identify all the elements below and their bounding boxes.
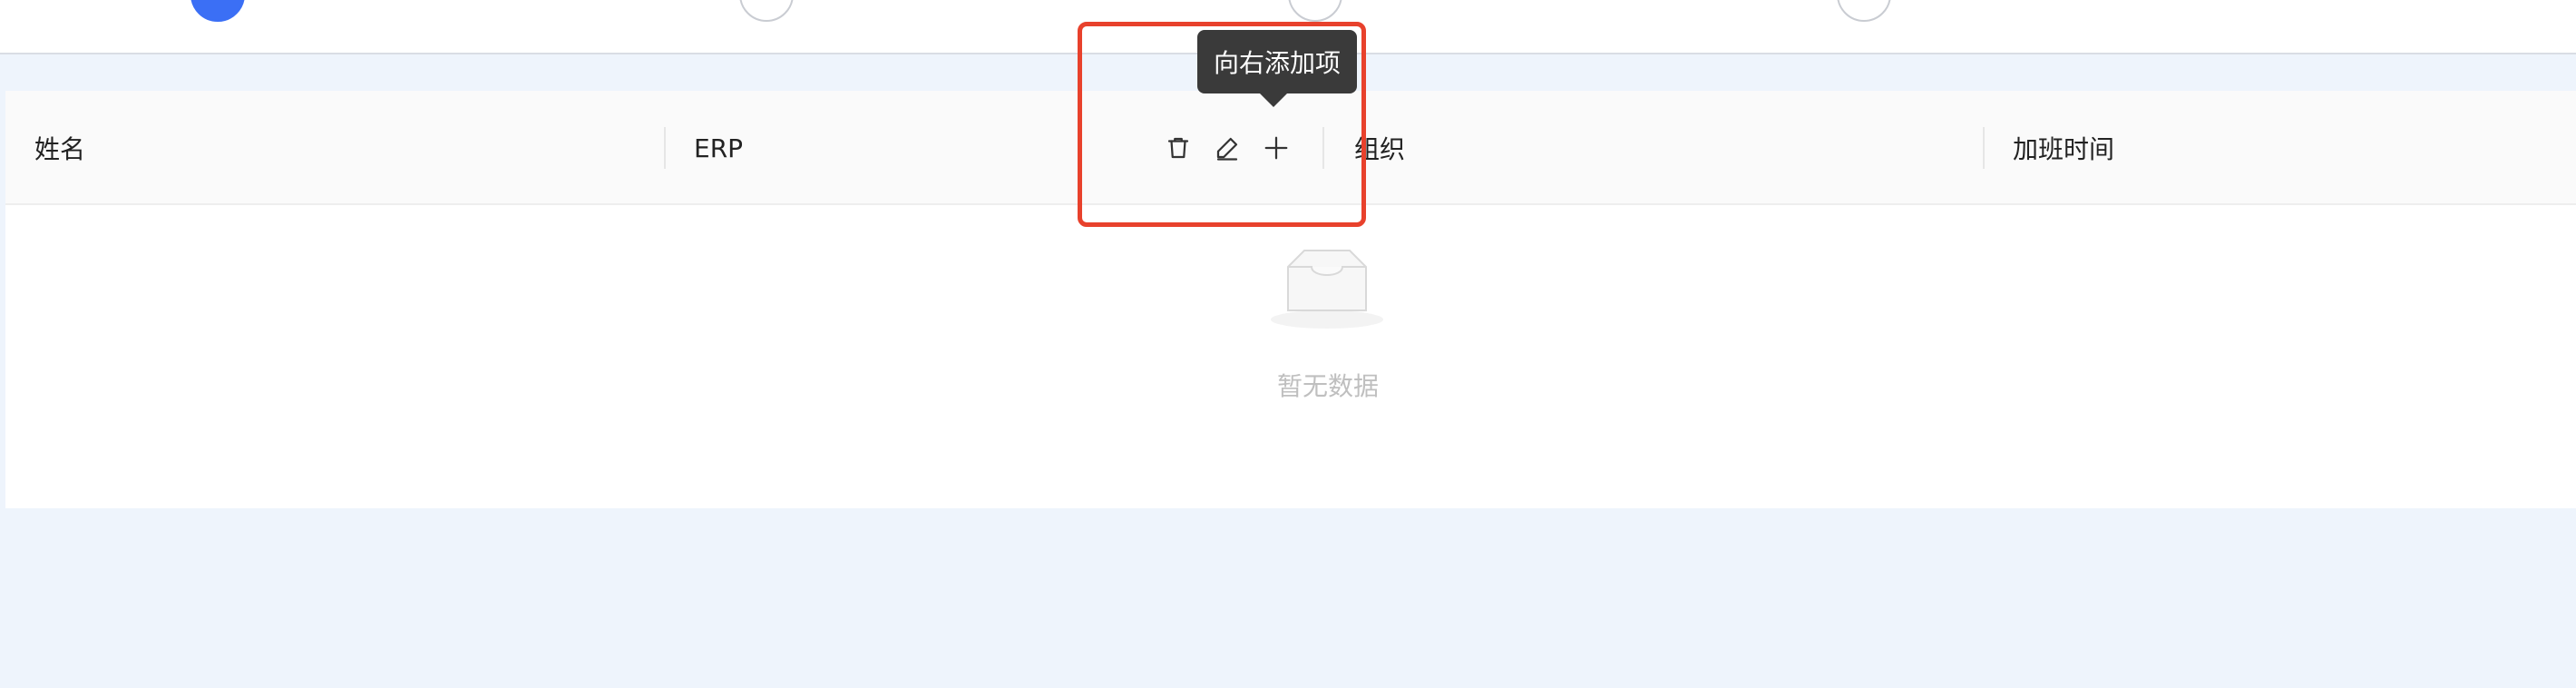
pencil-icon (1216, 137, 1238, 161)
plus-icon (1264, 136, 1288, 160)
column-header-label: 姓名 (34, 134, 86, 164)
column-tools (1165, 91, 1290, 205)
column-header-overtime[interactable]: 加班时间 (2013, 91, 2114, 205)
column-divider[interactable] (1322, 127, 1324, 169)
column-divider[interactable] (1983, 127, 1985, 169)
table-header: 姓名 ERP 组织 加班时间 (5, 91, 2576, 205)
step-3[interactable] (1288, 0, 1342, 22)
column-header-erp[interactable]: ERP (694, 91, 743, 205)
column-header-label: ERP (694, 133, 744, 163)
column-header-label: 组织 (1354, 134, 1406, 164)
trash-icon (1167, 137, 1189, 159)
step-3-circle (1288, 0, 1342, 22)
inbox-icon (1271, 250, 1383, 329)
column-header-label: 加班时间 (2013, 134, 2115, 164)
column-divider[interactable] (664, 127, 666, 169)
column-header-org[interactable]: 组织 (1354, 91, 1405, 205)
step-4-circle (1837, 0, 1891, 22)
tooltip: 向右添加项 (1197, 30, 1358, 93)
add-column-right-button[interactable] (1263, 134, 1290, 162)
tooltip-text: 向右添加项 (1214, 48, 1342, 78)
step-2[interactable] (739, 0, 794, 22)
data-table: 姓名 ERP 组织 加班时间 暂无数据 (5, 91, 2576, 508)
step-1-circle (190, 0, 245, 22)
step-2-circle (739, 0, 794, 22)
empty-state: 暂无数据 (5, 205, 2576, 508)
empty-text: 暂无数据 (1276, 371, 1379, 401)
step-1[interactable] (190, 0, 245, 22)
column-header-name[interactable]: 姓名 (34, 91, 85, 205)
edit-column-button[interactable] (1214, 134, 1241, 162)
tooltip-arrow (1259, 93, 1288, 107)
step-4[interactable] (1837, 0, 1891, 22)
delete-column-button[interactable] (1165, 134, 1192, 162)
